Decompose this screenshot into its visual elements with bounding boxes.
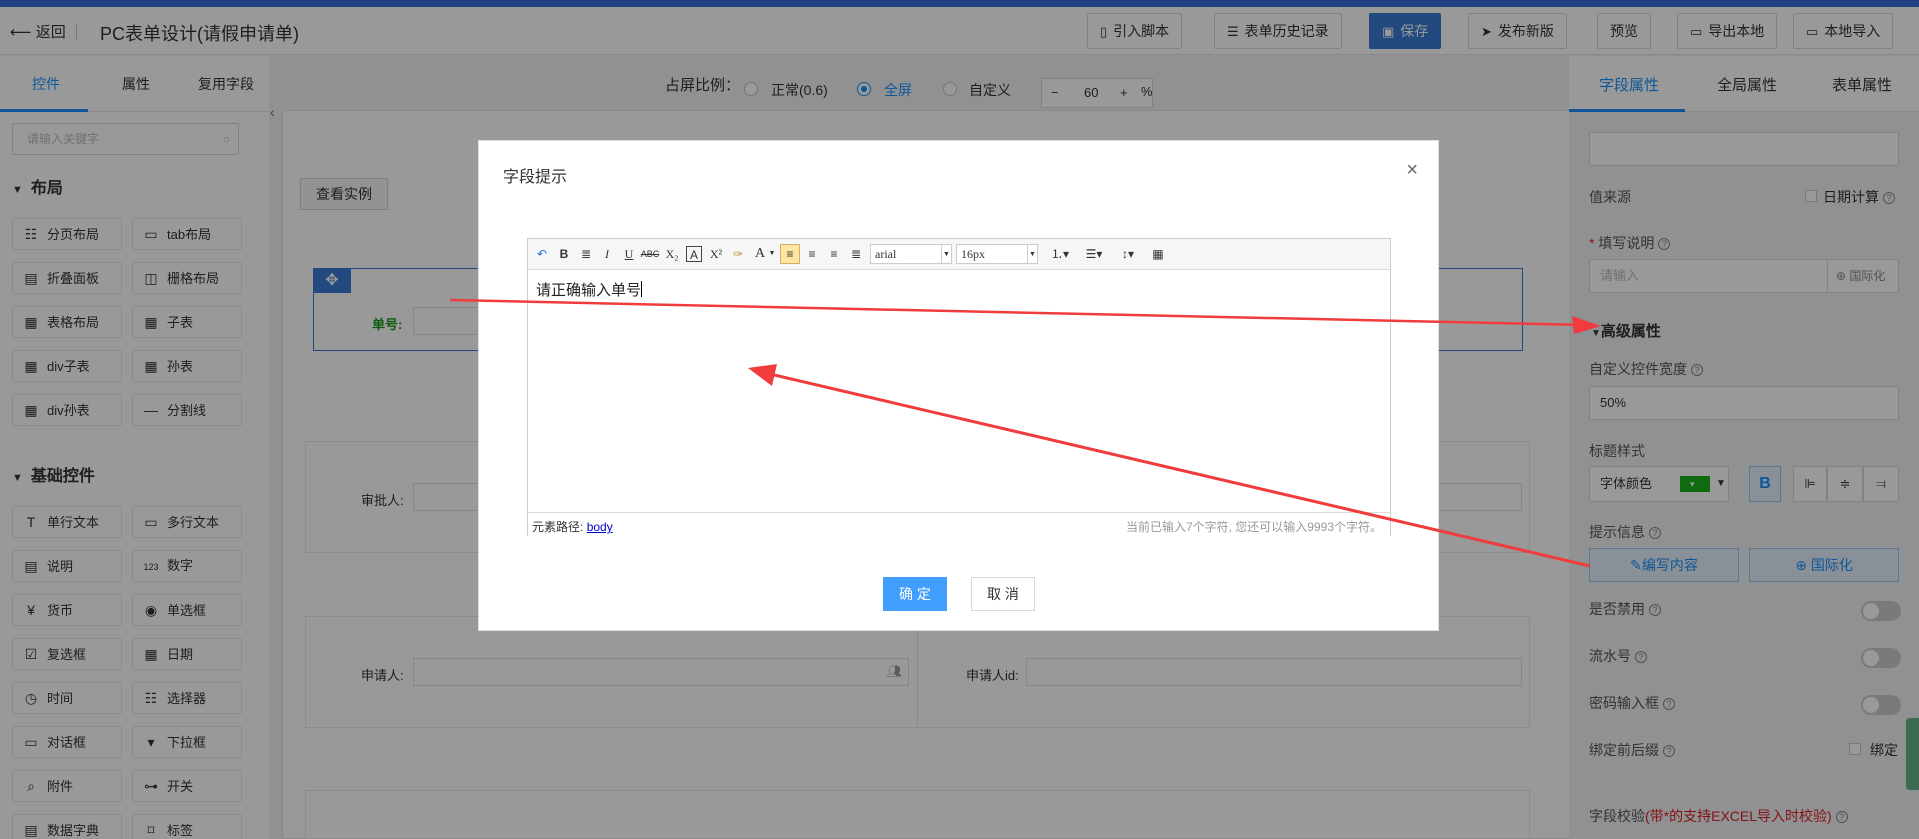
text-cursor (641, 281, 643, 297)
editor-content[interactable]: 请正确输入单号 (536, 279, 643, 300)
align-right-icon[interactable]: ≡ (824, 244, 844, 264)
strikethrough-icon[interactable]: ABC (640, 244, 660, 264)
caret-down-icon[interactable]: ▼ (768, 244, 776, 264)
font-border-icon[interactable]: A (686, 246, 702, 262)
ordered-list-icon[interactable]: ⒈▾ (1046, 244, 1074, 264)
unordered-list-icon[interactable]: ☰▾ (1080, 244, 1108, 264)
bold-icon[interactable]: B (554, 244, 574, 264)
element-path: 元素路径: body (532, 518, 613, 535)
char-count: 当前已输入7个字符, 您还可以输入9993个字符。 (1125, 520, 1382, 534)
line-height-icon[interactable]: ↕▾ (1114, 244, 1142, 264)
close-icon[interactable]: × (1406, 159, 1418, 182)
dialog-title: 字段提示 (503, 169, 568, 186)
cancel-button[interactable]: 取 消 (971, 577, 1035, 611)
element-path-label: 元素路径: (532, 520, 584, 534)
editor-statusbar: 元素路径: body 当前已输入7个字符, 您还可以输入9993个字符。 (528, 512, 1390, 536)
align-left-icon[interactable]: ≡ (780, 244, 800, 264)
caret-down-icon: ▼ (1027, 245, 1037, 263)
justify-icon[interactable]: ≣ (846, 244, 866, 264)
subscript-icon[interactable]: X₂ (662, 244, 682, 264)
editor-text: 请正确输入单号 (536, 282, 642, 299)
italic-icon[interactable]: I (597, 244, 617, 264)
font-size-value: 16px (961, 247, 985, 261)
underline-icon[interactable]: U (619, 244, 639, 264)
table-icon[interactable]: ▦ (1148, 244, 1168, 264)
editor-toolbar: ↶ B ≣ I U ABC X₂ A X² ✑ A ▼ ≡ ≡ ≡ ≣ aria… (528, 239, 1390, 270)
format-icon[interactable]: ≣ (576, 244, 596, 264)
align-center-icon[interactable]: ≡ (802, 244, 822, 264)
font-size-select[interactable]: 16px ▼ (956, 244, 1038, 264)
font-color-icon[interactable]: A (750, 244, 770, 264)
field-tip-dialog: 字段提示 × ↶ B ≣ I U ABC X₂ A X² ✑ A ▼ ≡ ≡ ≡… (478, 140, 1439, 631)
format-painter-icon[interactable]: ✑ (728, 244, 748, 264)
undo-icon[interactable]: ↶ (532, 244, 552, 264)
superscript-icon[interactable]: X² (706, 244, 726, 264)
element-path-link[interactable]: body (587, 520, 613, 534)
rich-text-editor[interactable]: ↶ B ≣ I U ABC X₂ A X² ✑ A ▼ ≡ ≡ ≡ ≣ aria… (527, 238, 1391, 536)
font-family-select[interactable]: arial ▼ (870, 244, 952, 264)
floating-widget[interactable] (1906, 718, 1919, 790)
confirm-button[interactable]: 确 定 (883, 577, 947, 611)
font-family-value: arial (875, 247, 897, 261)
caret-down-icon: ▼ (941, 245, 951, 263)
